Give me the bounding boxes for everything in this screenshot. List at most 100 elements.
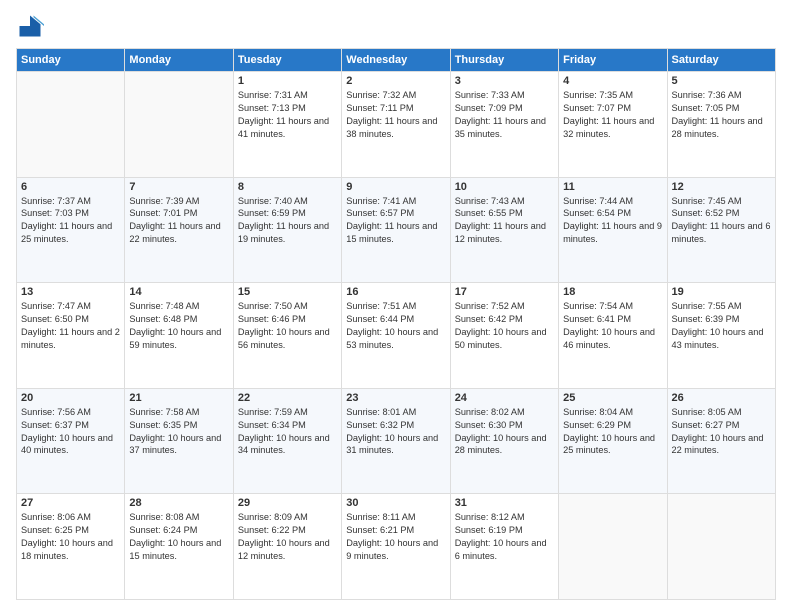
cell-info: Sunrise: 7:41 AM Sunset: 6:57 PM Dayligh…: [346, 195, 445, 247]
day-number: 29: [238, 497, 337, 509]
cell-info: Sunrise: 8:12 AM Sunset: 6:19 PM Dayligh…: [455, 511, 554, 563]
day-number: 22: [238, 392, 337, 404]
calendar-cell: [667, 494, 775, 600]
cell-info: Sunrise: 8:08 AM Sunset: 6:24 PM Dayligh…: [129, 511, 228, 563]
day-number: 31: [455, 497, 554, 509]
weekday-header-thursday: Thursday: [450, 49, 558, 72]
calendar-cell: 1 Sunrise: 7:31 AM Sunset: 7:13 PM Daylig…: [233, 72, 341, 178]
calendar-cell: 11 Sunrise: 7:44 AM Sunset: 6:54 PM Dayli…: [559, 177, 667, 283]
calendar-cell: 3 Sunrise: 7:33 AM Sunset: 7:09 PM Daylig…: [450, 72, 558, 178]
day-number: 23: [346, 392, 445, 404]
day-number: 24: [455, 392, 554, 404]
cell-info: Sunrise: 7:44 AM Sunset: 6:54 PM Dayligh…: [563, 195, 662, 247]
calendar-cell: 14 Sunrise: 7:48 AM Sunset: 6:48 PM Dayli…: [125, 283, 233, 389]
calendar-cell: 29 Sunrise: 8:09 AM Sunset: 6:22 PM Dayli…: [233, 494, 341, 600]
week-row-3: 13 Sunrise: 7:47 AM Sunset: 6:50 PM Dayli…: [17, 283, 776, 389]
week-row-5: 27 Sunrise: 8:06 AM Sunset: 6:25 PM Dayli…: [17, 494, 776, 600]
cell-info: Sunrise: 7:31 AM Sunset: 7:13 PM Dayligh…: [238, 89, 337, 141]
calendar-cell: 10 Sunrise: 7:43 AM Sunset: 6:55 PM Dayli…: [450, 177, 558, 283]
calendar-cell: 22 Sunrise: 7:59 AM Sunset: 6:34 PM Dayli…: [233, 388, 341, 494]
day-number: 6: [21, 181, 120, 193]
cell-info: Sunrise: 7:58 AM Sunset: 6:35 PM Dayligh…: [129, 406, 228, 458]
day-number: 25: [563, 392, 662, 404]
cell-info: Sunrise: 8:05 AM Sunset: 6:27 PM Dayligh…: [672, 406, 771, 458]
logo-icon: [16, 12, 44, 40]
weekday-header-friday: Friday: [559, 49, 667, 72]
cell-info: Sunrise: 7:55 AM Sunset: 6:39 PM Dayligh…: [672, 300, 771, 352]
cell-info: Sunrise: 7:37 AM Sunset: 7:03 PM Dayligh…: [21, 195, 120, 247]
day-number: 14: [129, 286, 228, 298]
day-number: 3: [455, 75, 554, 87]
day-number: 2: [346, 75, 445, 87]
logo: [16, 12, 48, 40]
calendar-cell: 19 Sunrise: 7:55 AM Sunset: 6:39 PM Dayli…: [667, 283, 775, 389]
calendar-cell: 24 Sunrise: 8:02 AM Sunset: 6:30 PM Dayli…: [450, 388, 558, 494]
cell-info: Sunrise: 8:02 AM Sunset: 6:30 PM Dayligh…: [455, 406, 554, 458]
day-number: 16: [346, 286, 445, 298]
calendar-cell: 4 Sunrise: 7:35 AM Sunset: 7:07 PM Daylig…: [559, 72, 667, 178]
calendar-cell: 2 Sunrise: 7:32 AM Sunset: 7:11 PM Daylig…: [342, 72, 450, 178]
day-number: 10: [455, 181, 554, 193]
header: [16, 12, 776, 40]
cell-info: Sunrise: 7:59 AM Sunset: 6:34 PM Dayligh…: [238, 406, 337, 458]
cell-info: Sunrise: 7:50 AM Sunset: 6:46 PM Dayligh…: [238, 300, 337, 352]
day-number: 27: [21, 497, 120, 509]
cell-info: Sunrise: 8:09 AM Sunset: 6:22 PM Dayligh…: [238, 511, 337, 563]
day-number: 5: [672, 75, 771, 87]
calendar-cell: [17, 72, 125, 178]
calendar-cell: 13 Sunrise: 7:47 AM Sunset: 6:50 PM Dayli…: [17, 283, 125, 389]
weekday-header-saturday: Saturday: [667, 49, 775, 72]
day-number: 8: [238, 181, 337, 193]
calendar-cell: 28 Sunrise: 8:08 AM Sunset: 6:24 PM Dayli…: [125, 494, 233, 600]
cell-info: Sunrise: 7:47 AM Sunset: 6:50 PM Dayligh…: [21, 300, 120, 352]
day-number: 28: [129, 497, 228, 509]
page: SundayMondayTuesdayWednesdayThursdayFrid…: [0, 0, 792, 612]
weekday-header-wednesday: Wednesday: [342, 49, 450, 72]
day-number: 15: [238, 286, 337, 298]
calendar-cell: 9 Sunrise: 7:41 AM Sunset: 6:57 PM Daylig…: [342, 177, 450, 283]
cell-info: Sunrise: 8:06 AM Sunset: 6:25 PM Dayligh…: [21, 511, 120, 563]
day-number: 12: [672, 181, 771, 193]
day-number: 11: [563, 181, 662, 193]
cell-info: Sunrise: 8:04 AM Sunset: 6:29 PM Dayligh…: [563, 406, 662, 458]
calendar-cell: 25 Sunrise: 8:04 AM Sunset: 6:29 PM Dayli…: [559, 388, 667, 494]
weekday-header-sunday: Sunday: [17, 49, 125, 72]
cell-info: Sunrise: 7:48 AM Sunset: 6:48 PM Dayligh…: [129, 300, 228, 352]
weekday-header-tuesday: Tuesday: [233, 49, 341, 72]
calendar-cell: [559, 494, 667, 600]
day-number: 20: [21, 392, 120, 404]
day-number: 7: [129, 181, 228, 193]
calendar-cell: 6 Sunrise: 7:37 AM Sunset: 7:03 PM Daylig…: [17, 177, 125, 283]
calendar-cell: 30Sunrise: 8:11 AM Sunset: 6:21 PM Dayli…: [342, 494, 450, 600]
calendar-cell: 20Sunrise: 7:56 AM Sunset: 6:37 PM Dayli…: [17, 388, 125, 494]
cell-info: Sunrise: 7:35 AM Sunset: 7:07 PM Dayligh…: [563, 89, 662, 141]
day-number: 19: [672, 286, 771, 298]
day-number: 18: [563, 286, 662, 298]
cell-info: Sunrise: 7:39 AM Sunset: 7:01 PM Dayligh…: [129, 195, 228, 247]
day-number: 9: [346, 181, 445, 193]
day-number: 17: [455, 286, 554, 298]
calendar-table: SundayMondayTuesdayWednesdayThursdayFrid…: [16, 48, 776, 600]
calendar-cell: 23Sunrise: 8:01 AM Sunset: 6:32 PM Dayli…: [342, 388, 450, 494]
calendar-cell: 31 Sunrise: 8:12 AM Sunset: 6:19 PM Dayli…: [450, 494, 558, 600]
cell-info: Sunrise: 7:36 AM Sunset: 7:05 PM Dayligh…: [672, 89, 771, 141]
day-number: 4: [563, 75, 662, 87]
cell-info: Sunrise: 7:40 AM Sunset: 6:59 PM Dayligh…: [238, 195, 337, 247]
cell-info: Sunrise: 7:51 AM Sunset: 6:44 PM Dayligh…: [346, 300, 445, 352]
cell-info: Sunrise: 8:11 AM Sunset: 6:21 PM Dayligh…: [346, 511, 445, 563]
day-number: 1: [238, 75, 337, 87]
calendar-cell: [125, 72, 233, 178]
day-number: 13: [21, 286, 120, 298]
cell-info: Sunrise: 7:52 AM Sunset: 6:42 PM Dayligh…: [455, 300, 554, 352]
calendar-cell: 5 Sunrise: 7:36 AM Sunset: 7:05 PM Daylig…: [667, 72, 775, 178]
cell-info: Sunrise: 7:43 AM Sunset: 6:55 PM Dayligh…: [455, 195, 554, 247]
day-number: 26: [672, 392, 771, 404]
calendar-cell: 17 Sunrise: 7:52 AM Sunset: 6:42 PM Dayli…: [450, 283, 558, 389]
calendar-cell: 16 Sunrise: 7:51 AM Sunset: 6:44 PM Dayli…: [342, 283, 450, 389]
calendar-cell: 27 Sunrise: 8:06 AM Sunset: 6:25 PM Dayli…: [17, 494, 125, 600]
cell-info: Sunrise: 7:32 AM Sunset: 7:11 PM Dayligh…: [346, 89, 445, 141]
calendar-cell: 26 Sunrise: 8:05 AM Sunset: 6:27 PM Dayli…: [667, 388, 775, 494]
week-row-4: 20Sunrise: 7:56 AM Sunset: 6:37 PM Dayli…: [17, 388, 776, 494]
weekday-header-monday: Monday: [125, 49, 233, 72]
cell-info: Sunrise: 7:33 AM Sunset: 7:09 PM Dayligh…: [455, 89, 554, 141]
